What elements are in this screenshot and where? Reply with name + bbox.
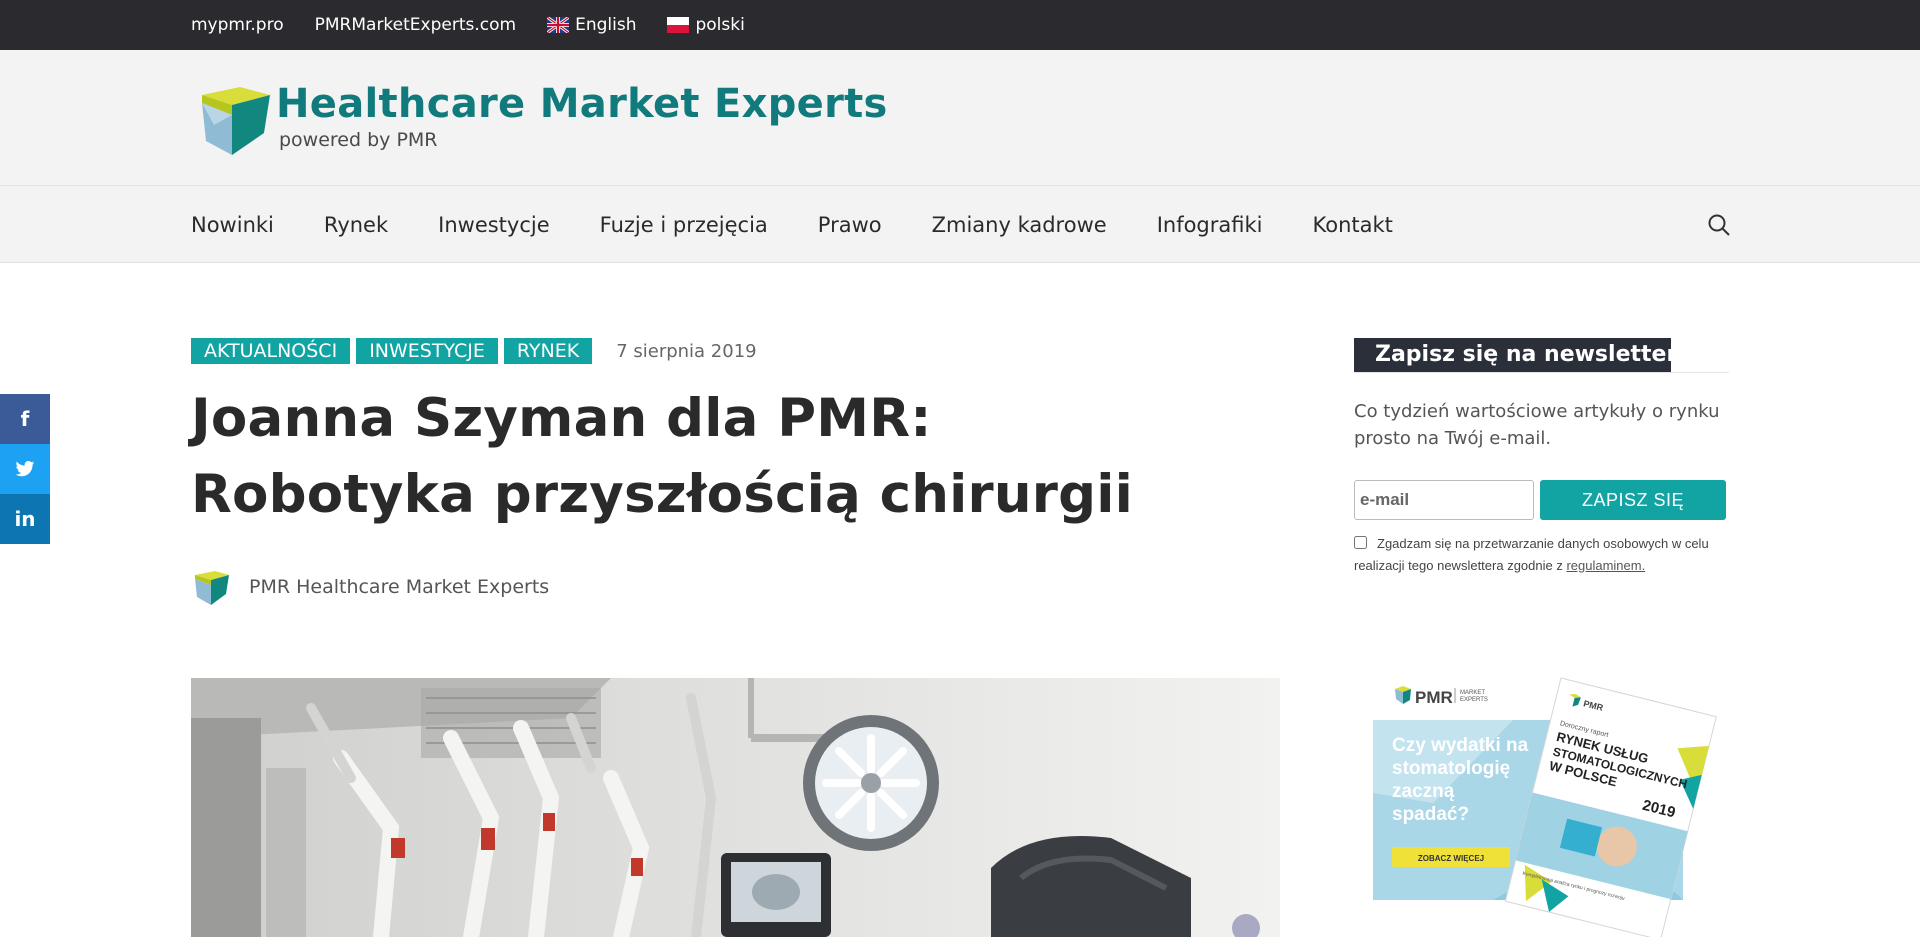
nav-item-rynek[interactable]: Rynek — [324, 213, 388, 237]
article-title: Joanna Szyman dla PMR: Robotyka przyszło… — [191, 388, 1134, 525]
ad-brand: PMR — [1415, 688, 1453, 707]
ad-brand-sub-2: EXPERTS — [1460, 697, 1488, 703]
ad-brand-sub-1: MARKET — [1460, 690, 1485, 696]
tag-inwestycje[interactable]: INWESTYCJE — [356, 338, 498, 364]
author-avatar — [195, 571, 229, 605]
linkedin-icon: in — [14, 507, 36, 531]
polish-label: polski — [695, 15, 745, 35]
newsletter-email-input[interactable] — [1354, 480, 1534, 520]
facebook-icon: f — [20, 407, 30, 431]
ad-headline-2: stomatologię — [1392, 758, 1510, 779]
nav-item-zmiany-kadrowe[interactable]: Zmiany kadrowe — [932, 213, 1107, 237]
nav-item-kontakt[interactable]: Kontakt — [1313, 213, 1393, 237]
ad-cta-label: ZOBACZ WIĘCEJ — [1418, 854, 1484, 863]
nav-item-infografiki[interactable]: Infografiki — [1157, 213, 1263, 237]
top-links: mypmr.pro PMRMarketExperts.com English p… — [191, 0, 745, 50]
newsletter-description: Co tydzień wartościowe artykuły o rynku … — [1354, 401, 1720, 449]
social-share-bar: f in — [0, 394, 50, 544]
tag-rynek[interactable]: RYNEK — [503, 338, 593, 364]
top-bar: mypmr.pro PMRMarketExperts.com English p… — [0, 0, 1920, 50]
pmrmarketexperts-link[interactable]: PMRMarketExperts.com — [315, 15, 516, 35]
nav-item-prawo[interactable]: Prawo — [818, 213, 882, 237]
poland-flag-icon — [667, 17, 690, 33]
nav-item-inwestycje[interactable]: Inwestycje — [438, 213, 550, 237]
main-nav: Nowinki Rynek Inwestycje Fuzje i przejęc… — [0, 185, 1920, 263]
ad-headline-4: spadać? — [1392, 804, 1469, 825]
english-label: English — [575, 15, 637, 35]
site-logo[interactable]: Healthcare Market Experts powered by PMR — [194, 81, 887, 161]
mypmr-link[interactable]: mypmr.pro — [191, 15, 284, 35]
consent-terms-link[interactable]: regulaminem. — [1566, 558, 1645, 573]
consent-text: Zgadzam się na przetwarzanie danych osob… — [1354, 536, 1709, 573]
nav-item-nowinki[interactable]: Nowinki — [191, 213, 274, 237]
ad-headline-3: zaczną — [1392, 781, 1455, 802]
ad-headline-1: Czy wydatki na — [1392, 735, 1529, 756]
author-name[interactable]: PMR Healthcare Market Experts — [249, 576, 549, 598]
nav-items: Nowinki Rynek Inwestycje Fuzje i przejęc… — [191, 186, 1443, 264]
polish-language-link[interactable]: polski — [667, 15, 745, 35]
dental-report-ad[interactable]: PMR MARKET EXPERTS Czy wydatki na stomat… — [1373, 673, 1729, 937]
newsletter-heading-bar: Zapisz się na newsletter! — [1354, 338, 1729, 373]
logo-title: Healthcare Market Experts — [276, 81, 888, 127]
logo-subtitle: powered by PMR — [279, 129, 438, 151]
tag-aktualnosci[interactable]: AKTUALNOŚCI — [191, 338, 351, 364]
article-author[interactable]: PMR Healthcare Market Experts — [191, 567, 549, 607]
logo-cube-icon — [202, 87, 270, 155]
twitter-icon — [15, 461, 35, 477]
article-hero-image — [191, 678, 1280, 937]
subscribe-button[interactable]: ZAPISZ SIĘ — [1540, 480, 1726, 520]
facebook-share-button[interactable]: f — [0, 394, 50, 444]
search-icon[interactable] — [1706, 212, 1732, 238]
twitter-share-button[interactable] — [0, 444, 50, 494]
linkedin-share-button[interactable]: in — [0, 494, 50, 544]
site-header: Healthcare Market Experts powered by PMR — [0, 50, 1920, 185]
uk-flag-icon — [547, 17, 570, 33]
nav-item-fuzje[interactable]: Fuzje i przejęcia — [600, 213, 768, 237]
newsletter-heading: Zapisz się na newsletter! — [1354, 338, 1687, 372]
consent-checkbox[interactable] — [1354, 536, 1367, 549]
article-date: 7 sierpnia 2019 — [616, 340, 757, 362]
english-language-link[interactable]: English — [547, 15, 636, 35]
newsletter-consent: Zgadzam się na przetwarzanie danych osob… — [1354, 533, 1729, 577]
article-meta: AKTUALNOŚCI INWESTYCJE RYNEK 7 sierpnia … — [191, 338, 757, 364]
